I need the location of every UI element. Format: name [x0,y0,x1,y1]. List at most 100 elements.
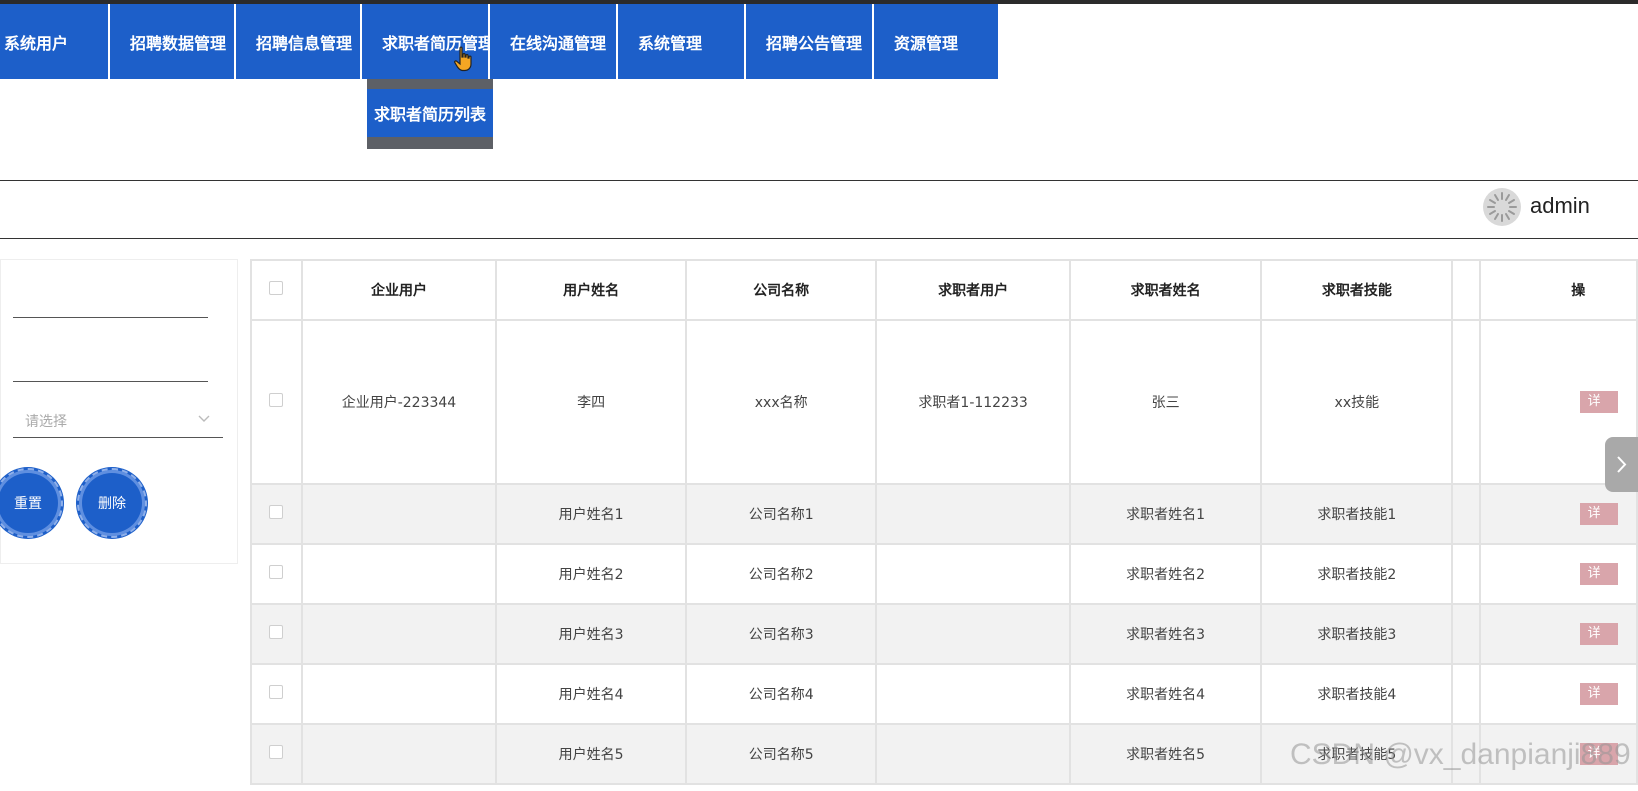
table-cell [300,663,498,725]
table-cell: 企业用户-223344 [300,319,498,485]
row-checkbox-cell[interactable] [250,543,303,605]
search-panel: 请选择 重置 删除 [0,259,238,564]
table-cell [300,603,498,665]
watermark: CSDN @vx_danpianji889 [1290,738,1631,771]
table-cell: 求职者技能4 [1260,663,1454,725]
nav-item-online-chat[interactable]: 在线沟通管理 [490,4,616,79]
data-table: 企业用户 用户姓名 公司名称 求职者用户 求职者姓名 求职者技能 操 企业用户-… [250,259,1638,785]
nav-dropdown: 求职者简历列表 [367,79,493,149]
row-checkbox[interactable] [269,393,284,407]
table-cell [300,543,498,605]
search-input-1[interactable] [13,287,208,318]
operation-cell: 详 [1479,483,1638,545]
table-cell: 用户姓名4 [495,663,688,725]
row-checkbox-cell[interactable] [250,483,303,545]
table-cell [300,483,498,545]
row-checkbox[interactable] [269,685,284,699]
avatar[interactable] [1483,188,1521,226]
nav-item-resources[interactable]: 资源管理 [874,4,998,79]
nav-item-recruit-info[interactable]: 招聘信息管理 [236,4,360,79]
side-panel-toggle[interactable] [1605,437,1638,492]
row-checkbox-cell[interactable] [250,603,303,665]
column-header: 求职者姓名 [1068,259,1263,321]
table-row: 用户姓名1 公司名称1 求职者姓名1 求职者技能1 详 [250,483,1638,545]
header-bar [0,180,1638,239]
row-checkbox[interactable] [269,565,284,579]
table-cell [1451,543,1482,605]
table-cell [875,663,1071,725]
table-cell: 求职者1-112233 [875,319,1071,485]
table-cell: 求职者姓名1 [1068,483,1263,545]
table-cell: 求职者技能2 [1260,543,1454,605]
column-header: 公司名称 [685,259,878,321]
nav-item-recruit-data[interactable]: 招聘数据管理 [110,4,234,79]
dropdown-item-resume-list[interactable]: 求职者简历列表 [367,89,493,137]
top-nav: 系统用户 招聘数据管理 招聘信息管理 求职者简历管理 在线沟通管理 系统管理 招… [0,4,1000,79]
table-cell [1451,663,1482,725]
detail-button[interactable]: 详 [1579,391,1618,413]
table-header-row: 企业用户 用户姓名 公司名称 求职者用户 求职者姓名 求职者技能 操 [250,259,1638,321]
table-cell: xxx名称 [685,319,878,485]
table-cell: 公司名称1 [685,483,878,545]
table-cell [875,723,1071,785]
nav-item-system-users[interactable]: 系统用户 [0,4,108,79]
table-cell [1451,603,1482,665]
table-cell [875,543,1071,605]
chevron-down-icon [198,415,210,422]
column-header-operation: 操 [1479,259,1638,321]
nav-item-notice[interactable]: 招聘公告管理 [746,4,872,79]
detail-button[interactable]: 详 [1579,563,1618,585]
data-table-wrapper: 企业用户 用户姓名 公司名称 求职者用户 求职者姓名 求职者技能 操 企业用户-… [250,259,1638,791]
status-select[interactable]: 请选择 [13,403,223,438]
reset-button[interactable]: 重置 [0,468,63,538]
operation-cell: 详 [1479,663,1638,725]
column-header: 企业用户 [300,259,498,321]
row-checkbox-cell[interactable] [250,663,303,725]
table-cell: 求职者技能1 [1260,483,1454,545]
username: admin [1530,193,1590,218]
table-row: 用户姓名3 公司名称3 求职者姓名3 求职者技能3 详 [250,603,1638,665]
nav-item-system-manage[interactable]: 系统管理 [618,4,744,79]
table-cell [1451,319,1482,485]
operation-cell: 详 [1479,543,1638,605]
select-all-cell[interactable] [250,259,303,321]
loading-avatar-icon [1487,192,1517,222]
table-cell: 用户姓名3 [495,603,688,665]
table-cell: 张三 [1068,319,1263,485]
table-cell: 公司名称3 [685,603,878,665]
row-checkbox[interactable] [269,505,284,519]
table-cell: 求职者姓名3 [1068,603,1263,665]
column-spacer [1451,259,1482,321]
table-cell [875,483,1071,545]
table-cell: 求职者姓名5 [1068,723,1263,785]
row-checkbox-cell[interactable] [250,319,303,485]
table-row: 企业用户-223344 李四 xxx名称 求职者1-112233 张三 xx技能… [250,319,1638,485]
detail-button[interactable]: 详 [1579,683,1618,705]
table-cell: 用户姓名5 [495,723,688,785]
table-row: 用户姓名2 公司名称2 求职者姓名2 求职者技能2 详 [250,543,1638,605]
table-cell: 求职者姓名4 [1068,663,1263,725]
operation-cell: 详 [1479,603,1638,665]
select-all-checkbox[interactable] [269,281,284,295]
detail-button[interactable]: 详 [1579,623,1618,645]
row-checkbox-cell[interactable] [250,723,303,785]
table-cell: 公司名称4 [685,663,878,725]
row-checkbox[interactable] [269,625,284,639]
delete-button[interactable]: 删除 [77,468,147,538]
table-cell: 用户姓名1 [495,483,688,545]
table-row: 用户姓名4 公司名称4 求职者姓名4 求职者技能4 详 [250,663,1638,725]
table-cell: 求职者姓名2 [1068,543,1263,605]
table-cell [300,723,498,785]
row-checkbox[interactable] [269,745,284,759]
column-header: 求职者用户 [875,259,1071,321]
column-header: 用户姓名 [495,259,688,321]
column-header: 求职者技能 [1260,259,1454,321]
table-cell: 求职者技能3 [1260,603,1454,665]
table-cell: 公司名称2 [685,543,878,605]
hand-cursor-icon [454,46,472,72]
detail-button[interactable]: 详 [1579,503,1618,525]
table-cell: xx技能 [1260,319,1454,485]
select-placeholder: 请选择 [25,414,67,430]
table-cell: 李四 [495,319,688,485]
search-input-2[interactable] [13,351,208,382]
